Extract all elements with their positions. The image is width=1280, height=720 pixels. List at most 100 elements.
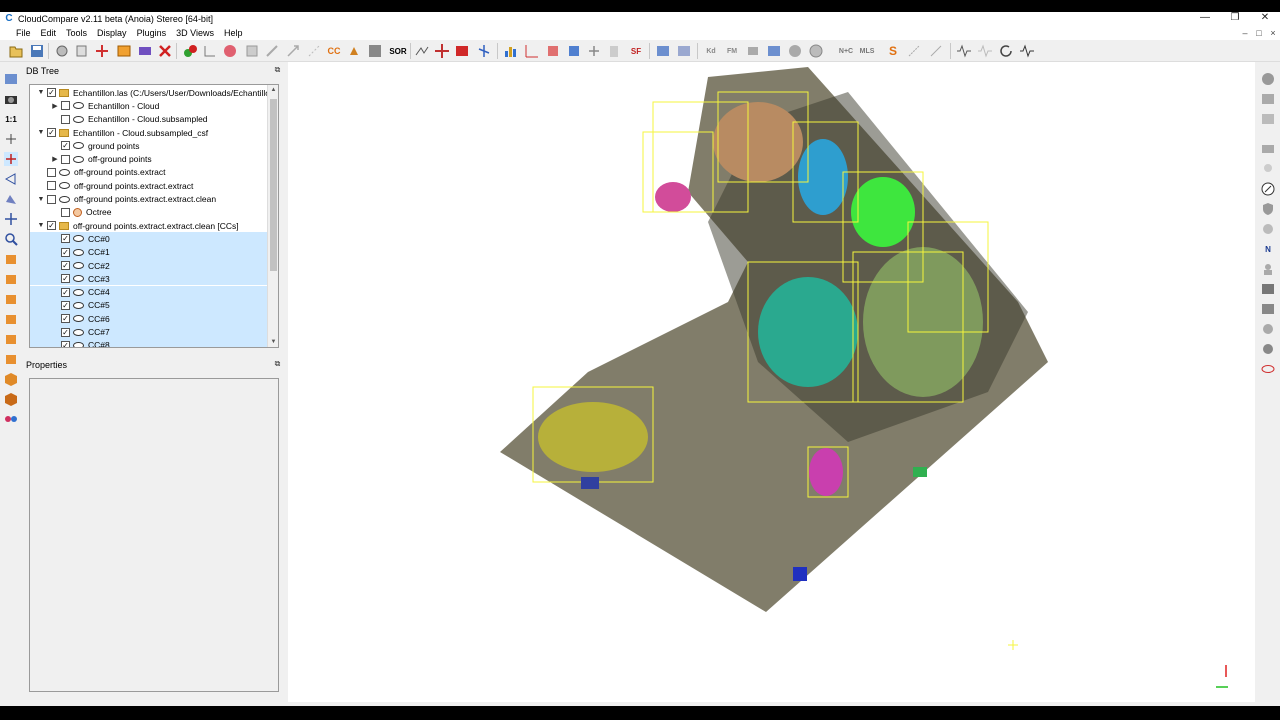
visibility-checkbox[interactable]: ✓ <box>61 261 70 271</box>
delete-button[interactable] <box>157 43 173 59</box>
tree-item[interactable]: off-ground points.extract.extract <box>30 179 267 192</box>
rasterize-button[interactable] <box>367 43 383 59</box>
sf-arithmetic-button[interactable] <box>524 43 540 59</box>
visibility-checkbox[interactable] <box>47 194 56 204</box>
visibility-checkbox[interactable]: ✓ <box>61 327 70 337</box>
mesh-button[interactable] <box>1261 282 1275 296</box>
visibility-checkbox[interactable]: ✓ <box>61 340 70 347</box>
snapshot-button[interactable] <box>4 92 18 106</box>
tree-item[interactable]: ✓ CC#2 <box>30 258 267 273</box>
expanded-arrow-icon[interactable]: ▼ <box>36 129 46 136</box>
clone-button[interactable] <box>74 43 90 59</box>
refresh-button[interactable] <box>998 43 1014 59</box>
light-toggle-button[interactable] <box>1261 72 1275 86</box>
lighting-button[interactable] <box>4 192 18 206</box>
tree-item[interactable]: ✓ CC#8 <box>30 338 267 347</box>
trace-polyline-button[interactable] <box>414 43 430 59</box>
collapsed-arrow-icon[interactable]: ▶ <box>50 155 60 163</box>
zoom-button[interactable] <box>4 232 18 246</box>
waveform-button[interactable] <box>956 43 972 59</box>
tree-item[interactable]: ✓ CC#0 <box>30 232 267 246</box>
menu-help[interactable]: Help <box>219 26 248 40</box>
pivot-button[interactable] <box>4 132 18 146</box>
front-view-button[interactable] <box>4 272 18 286</box>
collapsed-arrow-icon[interactable]: ▶ <box>50 102 60 110</box>
ransac-button[interactable]: S <box>885 43 901 59</box>
sf-gradient-button[interactable] <box>545 43 561 59</box>
octree-button[interactable] <box>244 43 260 59</box>
sor-filter-button[interactable]: SOR <box>388 43 408 59</box>
float-panel-icon[interactable]: ⧉ <box>273 359 282 368</box>
scroll-down-icon[interactable]: ▼ <box>268 337 278 347</box>
tree-item[interactable]: Echantillon - Cloud.subsampled <box>30 113 267 126</box>
tree-item[interactable]: ✓ CC#6 <box>30 312 267 326</box>
hough-button[interactable] <box>745 43 761 59</box>
visibility-checkbox[interactable] <box>61 114 70 124</box>
open-file-button[interactable] <box>8 43 24 59</box>
sf-button[interactable]: SF <box>627 43 645 59</box>
visibility-checkbox[interactable]: ✓ <box>61 234 70 244</box>
histogram-button[interactable] <box>503 43 519 59</box>
right-view-button[interactable] <box>4 332 18 346</box>
menu-edit[interactable]: Edit <box>36 26 62 40</box>
scroll-thumb[interactable] <box>270 99 277 271</box>
add-sf-button[interactable] <box>586 43 602 59</box>
globe-button[interactable] <box>808 43 824 59</box>
visibility-checkbox[interactable] <box>61 207 70 217</box>
visibility-checkbox[interactable] <box>61 101 70 111</box>
scroll-up-icon[interactable]: ▲ <box>268 85 278 95</box>
iso1-view-button[interactable] <box>4 372 18 386</box>
point-pair-button[interactable] <box>928 43 944 59</box>
expanded-arrow-icon[interactable]: ▼ <box>36 222 46 229</box>
visibility-checkbox[interactable] <box>47 167 56 177</box>
global-shift-button[interactable] <box>54 43 70 59</box>
tree-item[interactable]: ▼ ✓ Echantillon.las (C:/Users/User/Downloa… <box>30 86 267 99</box>
visibility-checkbox[interactable]: ✓ <box>61 274 70 284</box>
visibility-checkbox[interactable]: ✓ <box>61 314 70 324</box>
visibility-checkbox[interactable] <box>47 181 56 191</box>
tree-item[interactable]: ✓ CC#3 <box>30 272 267 286</box>
clipping-box-button[interactable] <box>454 43 470 59</box>
facets-button[interactable]: FM <box>724 43 740 59</box>
view-toggle-button[interactable] <box>4 72 18 86</box>
shape-detect-button[interactable] <box>906 43 922 59</box>
distance-button[interactable] <box>264 43 280 59</box>
float-panel-icon[interactable]: ⧉ <box>273 65 282 74</box>
connected-components-button[interactable]: CC <box>326 43 342 59</box>
move-view-button[interactable] <box>4 212 18 226</box>
minimize-button[interactable]: — <box>1190 12 1220 26</box>
render-button[interactable] <box>1261 92 1275 106</box>
menu-display[interactable]: Display <box>92 26 132 40</box>
ssao-button[interactable] <box>1261 322 1275 336</box>
compass-view-button[interactable] <box>1261 182 1275 196</box>
north-button[interactable]: N <box>1261 242 1275 256</box>
menu-plugins[interactable]: Plugins <box>132 26 172 40</box>
top-view-button[interactable] <box>4 252 18 266</box>
visibility-checkbox[interactable]: ✓ <box>47 221 56 231</box>
merge-button[interactable] <box>116 43 132 59</box>
tree-item[interactable]: Octree <box>30 206 267 219</box>
segment-button[interactable] <box>306 43 322 59</box>
canupo-button[interactable] <box>655 43 671 59</box>
save-button[interactable] <box>29 43 45 59</box>
sf-filter-button[interactable] <box>566 43 582 59</box>
visibility-checkbox[interactable] <box>61 154 70 164</box>
expanded-arrow-icon[interactable]: ▼ <box>36 89 46 96</box>
visibility-checkbox[interactable]: ✓ <box>61 247 70 257</box>
back-view-button[interactable] <box>4 312 18 326</box>
pivot-visibility-button[interactable] <box>4 152 18 166</box>
shader-button[interactable] <box>1261 342 1275 356</box>
point-cloud-scene[interactable] <box>288 62 1255 702</box>
close-button[interactable]: ✕ <box>1250 12 1280 26</box>
signal-button[interactable] <box>1019 43 1035 59</box>
stereo-button[interactable] <box>4 412 18 426</box>
db-tree-scrollbar[interactable]: ▲ ▼ <box>267 85 278 347</box>
tree-item[interactable]: ▶ Echantillon - Cloud <box>30 99 267 112</box>
translate-rotate-button[interactable] <box>434 43 450 59</box>
iso2-view-button[interactable] <box>4 392 18 406</box>
ppl-button[interactable] <box>787 43 803 59</box>
tree-item[interactable]: ▶ off-ground points <box>30 153 267 166</box>
ellipse-button[interactable] <box>1261 362 1275 376</box>
classify-button[interactable] <box>676 43 692 59</box>
shield-button[interactable] <box>1261 202 1275 216</box>
